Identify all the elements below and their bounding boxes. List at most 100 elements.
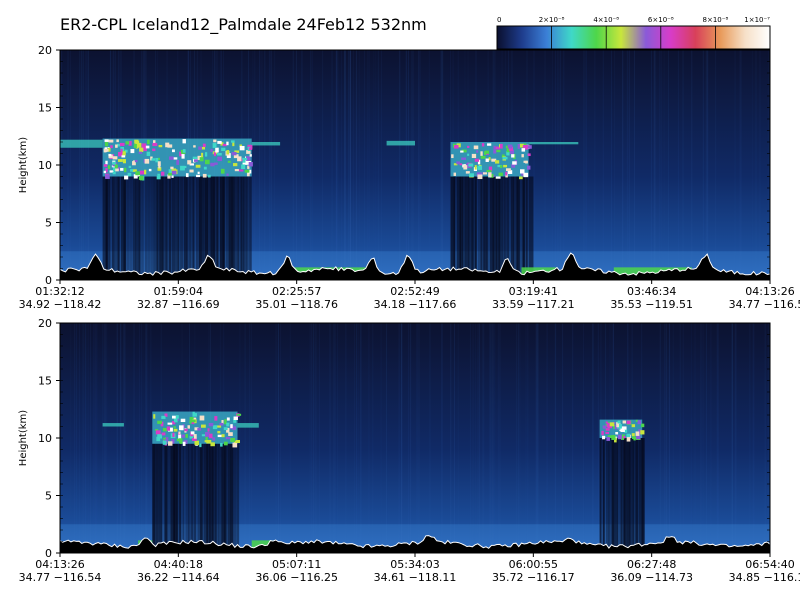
cloud-backscatter [200,424,206,428]
cloud-backscatter [527,153,531,157]
texture-streak [740,50,742,280]
cloud-backscatter [220,442,223,447]
cloud-backscatter [227,160,231,163]
texture-streak [418,323,420,553]
cloud-backscatter [463,165,468,170]
texture-streak [74,323,76,553]
x-tick-coords-label: 34.61 −118.11 [374,571,457,584]
texture-streak [734,50,736,280]
cloud-shadow-column [152,443,156,553]
cloud-shadow-column [227,443,231,553]
texture-streak [716,323,718,553]
cloud-backscatter [517,143,520,149]
texture-streak [536,323,538,553]
colorbar: 0 2×10⁻⁸ 4×10⁻⁸ 6×10⁻⁸ 8×10⁻⁸ 1×10⁻⁷ [496,16,771,50]
cloud-backscatter [228,432,233,436]
texture-streak [280,323,282,553]
y-axis-title: Height(km) [18,137,29,193]
cloud-backscatter [112,161,116,165]
cloud-backscatter [615,431,619,435]
cloud-shadow-column [177,176,181,280]
texture-streak [429,323,431,553]
texture-streak [67,50,69,280]
texture-streak [333,323,335,553]
cloud-backscatter [178,431,181,435]
texture-streak [694,323,696,553]
cloud-backscatter [467,153,470,156]
cloud-backscatter [480,155,486,159]
cloud-backscatter [480,151,483,156]
cloud-backscatter [135,171,140,176]
texture-streak [477,323,479,553]
y-axis-title: Height(km) [18,410,29,466]
cloud-backscatter [512,161,517,165]
cloud-backscatter [465,171,470,174]
x-tick-time-label: 06:27:48 [627,558,676,571]
figure-title: ER2-CPL Iceland12_Palmdale 24Feb12 532nm [60,15,427,35]
cloud-shadow-column [459,176,463,280]
cloud-backscatter [235,439,240,444]
y-tick-label: 10 [38,159,52,172]
cloud-backscatter [249,154,252,157]
texture-streak [289,323,291,553]
texture-streak [659,50,661,280]
cloud-backscatter [526,165,531,170]
cloud-backscatter [486,169,492,173]
texture-streak [602,50,604,280]
cloud-backscatter [507,144,513,149]
cloud-backscatter [161,415,166,419]
cloud-backscatter [217,430,221,434]
cloud-shadow-column [218,443,222,553]
cloud-backscatter [147,139,150,145]
texture-streak [115,323,117,553]
cloud-shadow-column [191,443,195,553]
cloud-backscatter [498,172,503,177]
texture-streak [123,323,125,553]
cloud-backscatter [146,151,151,156]
texture-streak [552,50,554,280]
texture-streak [270,50,272,280]
texture-streak [310,323,312,553]
texture-streak [363,50,365,280]
cloud-backscatter [208,422,214,427]
x-tick-coords-label: 35.72 −116.17 [492,571,575,584]
texture-streak [344,50,346,280]
cloud-backscatter [244,169,250,173]
cloud-backscatter [237,156,242,162]
texture-streak [120,323,122,553]
cloud-shadow-column [486,176,489,280]
texture-streak [82,323,84,553]
cloud-shadow-column [614,438,619,553]
texture-streak [677,50,679,280]
cloud-backscatter [181,434,185,438]
cloud-backscatter [152,148,156,152]
cloud-backscatter [167,422,173,425]
texture-streak [355,323,357,553]
cloud-backscatter [115,168,119,172]
cloud-backscatter [120,167,124,171]
cloud-backscatter [236,413,242,416]
cloud-backscatter [173,428,178,432]
x-tick-time-label: 04:40:18 [154,558,203,571]
y-tick-label: 20 [38,44,52,57]
texture-streak [144,323,146,553]
cloud-backscatter [217,434,222,438]
cloud-backscatter [210,442,215,447]
cloud-backscatter [248,147,253,150]
cloud-backscatter [503,164,508,168]
cloud-shadow-column [641,438,645,553]
texture-streak [682,323,684,553]
cloud-backscatter [454,145,459,149]
texture-streak [146,323,148,553]
texture-streak [367,50,369,280]
y-tick-label: 5 [45,217,52,230]
cloud-backscatter [226,422,230,427]
cloud-backscatter [112,156,118,160]
x-tick-time-label: 02:52:49 [390,285,439,298]
cloud-shadow-column [233,443,237,553]
cloud-shadow-column [516,176,520,280]
cloud-backscatter [124,175,129,180]
cloud-backscatter [107,165,111,170]
cloud-backscatter [180,165,185,171]
cloud-backscatter [620,429,625,433]
